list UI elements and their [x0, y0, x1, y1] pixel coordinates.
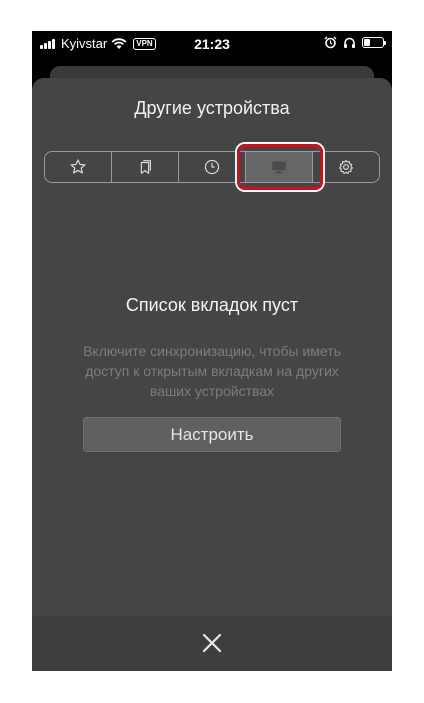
battery-icon — [362, 37, 386, 48]
phone-screen: Kyivstar VPN 21:23 Другие устройства Спи… — [32, 31, 392, 671]
tab-reading-list[interactable] — [112, 152, 179, 182]
empty-state-description: Включите синхронизацию, чтобы иметь дост… — [83, 343, 341, 399]
empty-state-title: Список вкладок пуст — [125, 295, 299, 315]
close-icon[interactable] — [202, 633, 222, 653]
alarm-icon — [324, 36, 337, 49]
clock-icon — [204, 159, 220, 175]
tab-bookmarks[interactable] — [45, 152, 112, 182]
reading-list-icon — [140, 160, 151, 174]
battery-level — [364, 39, 370, 46]
highlight-frame — [237, 144, 323, 190]
status-bar: Kyivstar VPN 21:23 — [32, 31, 392, 57]
bottom-bar — [32, 616, 392, 671]
status-right — [324, 36, 386, 49]
other-devices-sheet: Другие устройства Список вкладок пуст Вк… — [32, 78, 392, 671]
setup-button[interactable]: Настроить — [83, 417, 341, 452]
gear-icon — [338, 159, 354, 175]
tab-history[interactable] — [179, 152, 246, 182]
star-icon — [70, 159, 86, 174]
headphones-icon — [344, 37, 355, 48]
sheet-title: Другие устройства — [134, 98, 290, 118]
tab-segmented-control — [44, 151, 380, 183]
